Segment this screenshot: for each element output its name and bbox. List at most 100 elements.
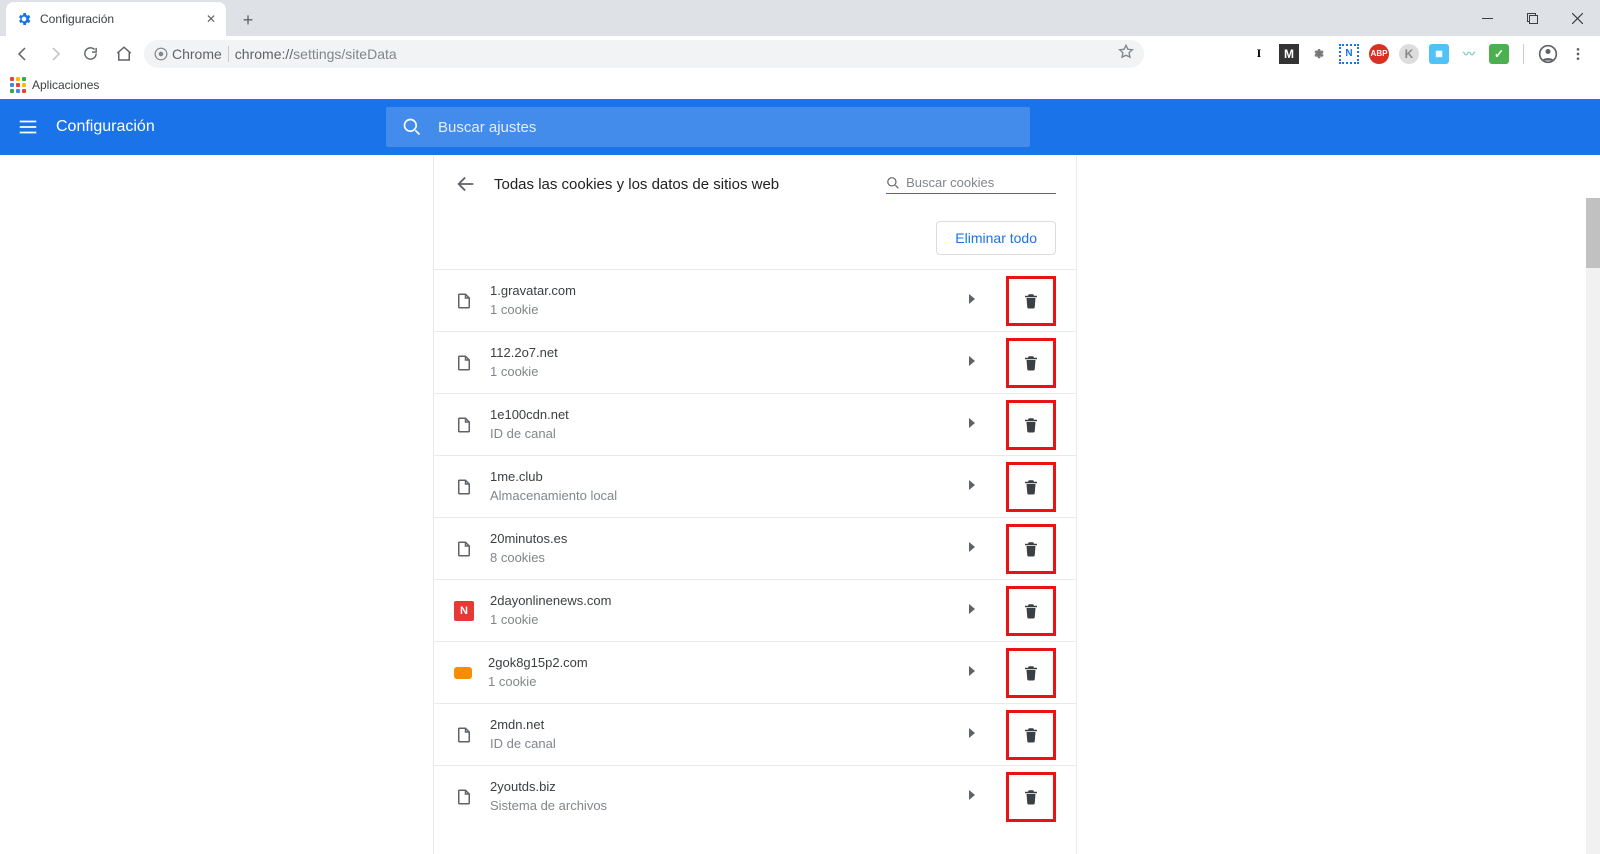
site-row-text: 2dayonlinenews.com 1 cookie [490, 593, 952, 629]
delete-site-button[interactable] [1006, 338, 1056, 388]
chevron-right-icon [968, 666, 976, 679]
settings-search-input[interactable] [438, 119, 1014, 136]
site-detail: Sistema de archivos [490, 798, 952, 815]
site-row-text: 1e100cdn.netID de canal [490, 407, 952, 443]
delete-site-button[interactable] [1006, 648, 1056, 698]
site-domain: 2mdn.net [490, 717, 952, 734]
extension-icon[interactable]: ✓ [1489, 44, 1509, 64]
chevron-right-icon [968, 604, 976, 617]
chevron-right-icon [968, 480, 976, 493]
omnibox-chip-label: Chrome [172, 46, 222, 62]
chevron-right-icon [968, 728, 976, 741]
settings-header: Configuración [0, 99, 1600, 155]
site-row[interactable]: 1.gravatar.com 1 cookie [434, 269, 1076, 331]
extension-icon[interactable]: I [1249, 44, 1269, 64]
site-detail: Almacenamiento local [490, 488, 952, 505]
window-close-button[interactable] [1555, 0, 1600, 36]
omnibox-security-chip: Chrome [154, 46, 222, 62]
cookie-search-input[interactable] [906, 175, 1056, 190]
bookmark-apps-label[interactable]: Aplicaciones [32, 78, 99, 92]
browser-tabstrip: Configuración ✕ + [0, 0, 1600, 36]
search-icon [886, 175, 900, 191]
toolbar-separator [1523, 44, 1524, 64]
chevron-right-icon [968, 790, 976, 803]
new-tab-button[interactable]: + [234, 6, 262, 34]
settings-search[interactable] [386, 107, 1030, 147]
delete-site-button[interactable] [1006, 586, 1056, 636]
extension-icon[interactable]: M [1279, 44, 1299, 64]
site-row[interactable]: 2mdn.net ID de canal [434, 703, 1076, 765]
chevron-right-icon [968, 542, 976, 555]
site-row-text: 2mdn.net ID de canal [490, 717, 952, 753]
site-row[interactable]: 20minutos.es 8 cookies [434, 517, 1076, 579]
delete-site-button[interactable] [1006, 710, 1056, 760]
file-icon [454, 787, 474, 807]
site-favicon-icon: N [454, 601, 474, 621]
nav-forward-button[interactable] [42, 40, 70, 68]
delete-site-button[interactable] [1006, 276, 1056, 326]
settings-gear-icon [16, 11, 32, 27]
site-domain: 2gok8g15p2.com [488, 655, 952, 672]
site-row-text: 2youtds.bizSistema de archivos [490, 779, 952, 815]
site-detail: 1 cookie [490, 302, 952, 319]
extensions-row: I M ❃ N ABP K ▦ 〰 ✓ [1249, 44, 1592, 64]
extension-icon[interactable]: ▦ [1429, 44, 1449, 64]
site-row[interactable]: 2youtds.bizSistema de archivos [434, 765, 1076, 827]
address-bar[interactable]: Chrome chrome://settings/siteData [144, 40, 1144, 68]
settings-app: Configuración Todas las cookies y los da… [0, 99, 1600, 854]
site-row[interactable]: 2gok8g15p2.com 1 cookie [434, 641, 1076, 703]
tab-title: Configuración [40, 12, 198, 26]
adblock-icon[interactable]: ABP [1369, 44, 1389, 64]
apps-grid-icon[interactable] [10, 77, 26, 93]
site-row[interactable]: 1me.clubAlmacenamiento local [434, 455, 1076, 517]
site-row[interactable]: 1e100cdn.netID de canal [434, 393, 1076, 455]
page-title: Todas las cookies y los datos de sitios … [494, 176, 870, 193]
extension-icon[interactable]: 〰 [1459, 44, 1479, 64]
browser-menu-icon[interactable] [1568, 44, 1588, 64]
site-row-text: 1.gravatar.com 1 cookie [490, 283, 952, 319]
delete-site-button[interactable] [1006, 524, 1056, 574]
scrollbar-track[interactable] [1586, 198, 1600, 854]
tab-close-icon[interactable]: ✕ [206, 12, 216, 26]
site-detail: 1 cookie [490, 364, 952, 381]
extension-icon[interactable]: K [1399, 44, 1419, 64]
site-row[interactable]: 112.2o7.net 1 cookie [434, 331, 1076, 393]
delete-site-button[interactable] [1006, 462, 1056, 512]
window-maximize-button[interactable] [1510, 0, 1555, 36]
site-detail: 1 cookie [490, 612, 952, 629]
profile-avatar-icon[interactable] [1538, 44, 1558, 64]
extension-icon[interactable]: ❃ [1309, 44, 1329, 64]
site-domain: 112.2o7.net [490, 345, 952, 362]
chevron-right-icon [968, 356, 976, 369]
nav-reload-button[interactable] [76, 40, 104, 68]
browser-tab[interactable]: Configuración ✕ [6, 2, 226, 36]
site-detail: 1 cookie [488, 674, 952, 691]
main-menu-button[interactable] [0, 116, 56, 138]
site-list: 1.gravatar.com 1 cookie 112.2o7.net 1 cooki… [434, 269, 1076, 827]
chevron-right-icon [968, 418, 976, 431]
chevron-right-icon [968, 294, 976, 307]
site-detail: ID de canal [490, 736, 952, 753]
file-icon [454, 415, 474, 435]
nav-home-button[interactable] [110, 40, 138, 68]
site-row-text: 2gok8g15p2.com 1 cookie [488, 655, 952, 691]
site-row[interactable]: N 2dayonlinenews.com 1 cookie [434, 579, 1076, 641]
site-domain: 1.gravatar.com [490, 283, 952, 300]
site-detail: 8 cookies [490, 550, 952, 567]
site-domain: 2dayonlinenews.com [490, 593, 952, 610]
bookmark-star-icon[interactable] [1118, 44, 1134, 63]
file-icon [454, 353, 474, 373]
scrollbar-thumb[interactable] [1586, 198, 1600, 268]
file-icon [454, 291, 474, 311]
site-domain: 20minutos.es [490, 531, 952, 548]
clear-all-button[interactable]: Eliminar todo [936, 221, 1056, 255]
delete-site-button[interactable] [1006, 772, 1056, 822]
back-button[interactable] [454, 172, 478, 196]
cookie-search[interactable] [886, 175, 1056, 194]
extension-icon[interactable]: N [1339, 44, 1359, 64]
nav-back-button[interactable] [8, 40, 36, 68]
delete-site-button[interactable] [1006, 400, 1056, 450]
window-minimize-button[interactable] [1465, 0, 1510, 36]
bookmark-bar: Aplicaciones [0, 71, 1600, 99]
site-domain: 1e100cdn.net [490, 407, 952, 424]
